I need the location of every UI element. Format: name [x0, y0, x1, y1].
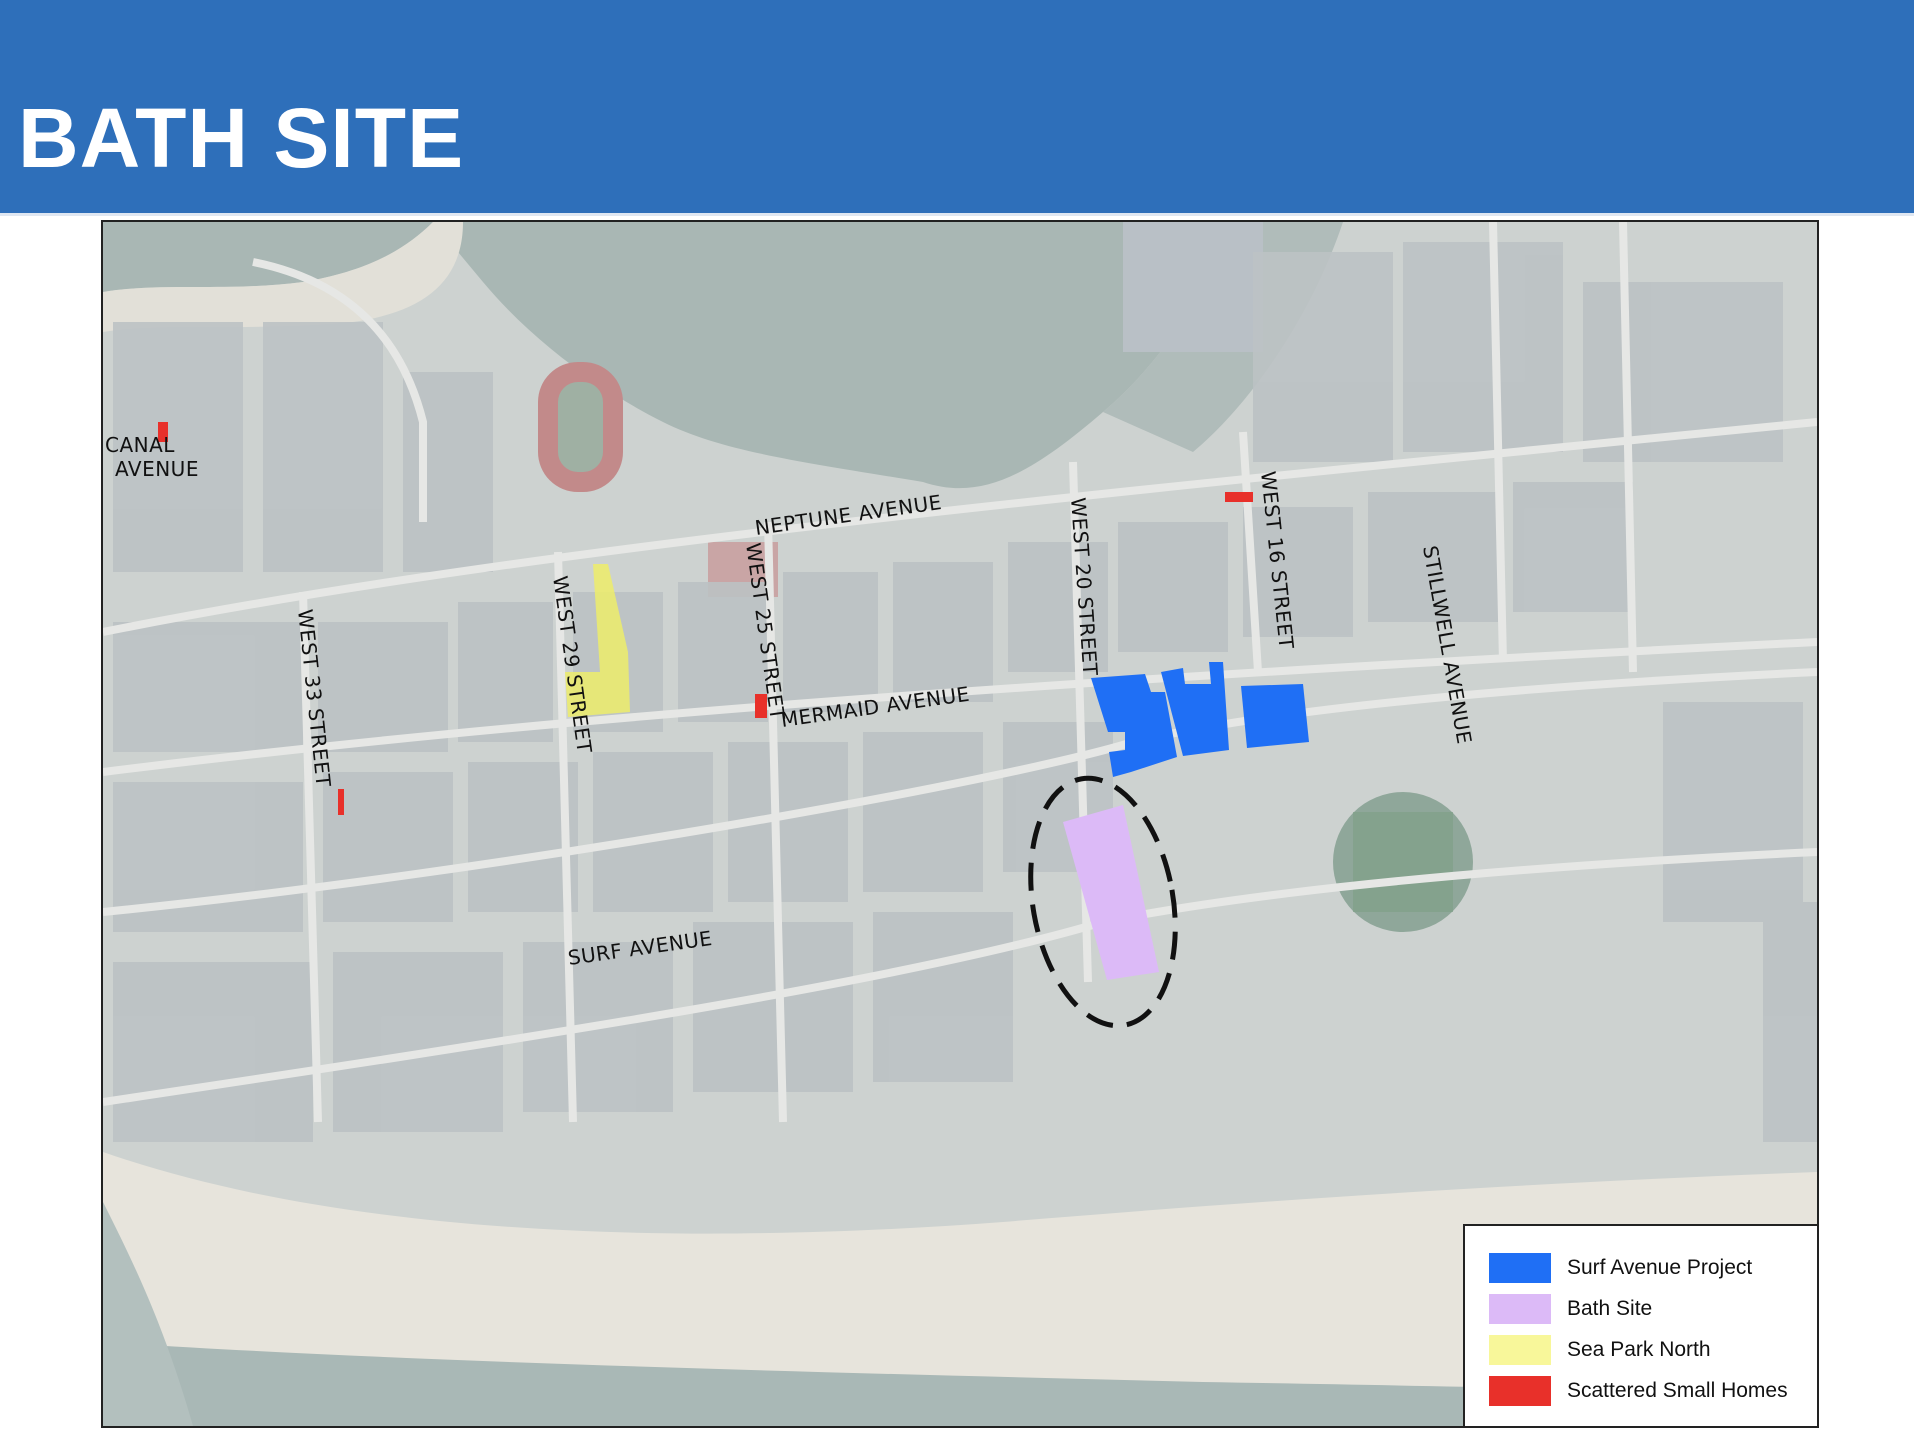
legend-item-surf-avenue-project: Surf Avenue Project	[1489, 1252, 1752, 1284]
legend-label: Sea Park North	[1567, 1338, 1711, 1361]
surf-avenue-parcel-3[interactable]	[1241, 684, 1309, 748]
small-home-west-16[interactable]	[1225, 492, 1253, 502]
legend-swatch-blue	[1489, 1253, 1551, 1283]
header-divider	[0, 213, 1914, 216]
legend-item-sea-park-north: Sea Park North	[1489, 1334, 1711, 1366]
legend-label: Scattered Small Homes	[1567, 1379, 1788, 1402]
sports-field	[558, 382, 603, 472]
ballpark-field	[1353, 812, 1453, 912]
title-banner: BATH SITE	[0, 0, 1914, 213]
map-legend: Surf Avenue Project Bath Site Sea Park N…	[1463, 1224, 1819, 1428]
small-home-west-31[interactable]	[338, 789, 344, 815]
legend-item-scattered-small-homes: Scattered Small Homes	[1489, 1375, 1788, 1407]
warehouse-roof	[1123, 222, 1263, 352]
legend-swatch-yellow	[1489, 1335, 1551, 1365]
legend-swatch-red	[1489, 1376, 1551, 1406]
page-title: BATH SITE	[18, 91, 465, 185]
legend-label: Bath Site	[1567, 1297, 1653, 1320]
street-label-avenue: AVENUE	[115, 457, 199, 481]
street-label-canal: CANAL	[105, 433, 175, 457]
legend-item-bath-site: Bath Site	[1489, 1293, 1652, 1325]
legend-swatch-lavender	[1489, 1294, 1551, 1324]
legend-label: Surf Avenue Project	[1567, 1256, 1753, 1279]
